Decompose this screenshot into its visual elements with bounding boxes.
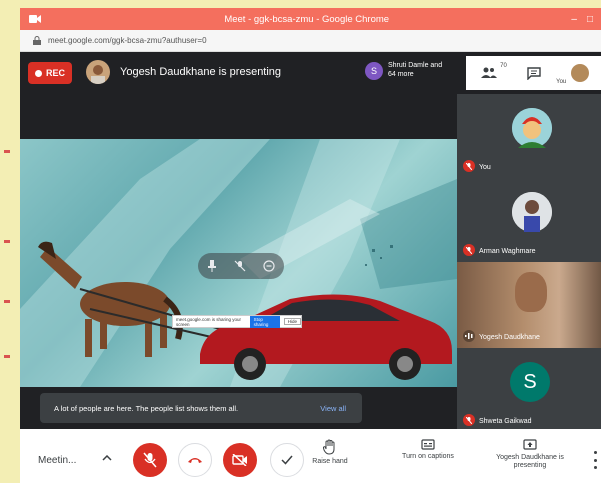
people-icon	[480, 67, 497, 78]
presenting-text: Yogesh Daudkhane is presenting	[120, 66, 282, 78]
maximize-button[interactable]: □	[587, 14, 593, 25]
hang-up-icon	[188, 458, 202, 463]
presentation-stage	[20, 94, 457, 387]
raise-hand-label: Raise hand	[312, 458, 348, 465]
mute-overlay-icon[interactable]	[234, 260, 246, 272]
record-dot-icon	[34, 69, 42, 77]
chevron-up-icon[interactable]	[100, 451, 114, 465]
captions-label: Turn on captions	[402, 453, 454, 460]
people-button[interactable]: 70	[477, 61, 507, 85]
hand-icon	[323, 439, 335, 455]
cartoon-avatar-image	[512, 108, 552, 148]
chat-button[interactable]	[522, 61, 546, 85]
participant-tile-yogesh[interactable]: Yogesh Daudkhane	[457, 262, 601, 348]
camera-off-icon	[232, 454, 247, 466]
photo-avatar-image	[512, 192, 552, 232]
rec-label: REC	[45, 68, 65, 78]
joined-avatar: S	[365, 62, 383, 80]
self-thumbnail	[571, 64, 590, 82]
screen-share-notice: meet.google.com is sharing your screen S…	[172, 315, 302, 328]
participant-name: Arman Waghmare	[479, 248, 536, 255]
joined-text: Shruti Damle and 64 more	[388, 62, 443, 78]
screen-overlay-controls	[198, 253, 284, 279]
desktop-marker	[4, 300, 10, 303]
checkmark-icon	[281, 455, 293, 465]
participant-tile-you[interactable]: You	[457, 94, 601, 178]
more-options-icon[interactable]	[591, 451, 599, 469]
self-view[interactable]: You	[556, 61, 592, 85]
mic-off-icon	[463, 414, 475, 426]
raise-hand-button[interactable]: Raise hand	[305, 439, 355, 466]
camera-toggle-button[interactable]	[223, 443, 257, 477]
desktop-marker	[4, 240, 10, 243]
captions-icon	[421, 439, 435, 450]
participant-name: You	[479, 164, 491, 171]
mic-off-icon	[463, 244, 475, 256]
address-bar[interactable]: meet.google.com/ggk-bcsa-zmu?authuser=0	[20, 30, 601, 52]
hide-notice-button[interactable]: Hide	[283, 318, 301, 325]
meet-topbar: REC Yogesh Daudkhane is presenting S Shr…	[20, 52, 601, 94]
people-toast: A lot of people are here. The people lis…	[40, 393, 362, 423]
window-title: Meet - ggk-bcsa-zmu - Google Chrome	[224, 13, 390, 25]
chat-icon	[527, 66, 542, 80]
presenting-label: Yogesh Daudkhane is presenting	[496, 454, 564, 469]
participant-avatar	[512, 108, 552, 148]
leave-call-button[interactable]	[178, 443, 212, 477]
desktop-marker	[4, 355, 10, 358]
initial-avatar: S	[510, 362, 550, 402]
window-titlebar: Meet - ggk-bcsa-zmu - Google Chrome – □	[20, 8, 601, 30]
hand-confirm-button[interactable]	[270, 443, 304, 477]
participant-tile-arman[interactable]: Arman Waghmare	[457, 178, 601, 262]
participant-video-face	[515, 272, 547, 312]
participant-tile-shweta[interactable]: S Shweta Gaikwad	[457, 348, 601, 432]
meet-app-icon	[28, 12, 42, 26]
toast-message: A lot of people are here. The people lis…	[54, 403, 239, 413]
participants-count: 70	[500, 63, 507, 69]
you-label: You	[556, 79, 567, 85]
participant-name: Yogesh Daudkhane	[479, 334, 540, 341]
participant-name: Shweta Gaikwad	[479, 418, 532, 425]
top-actions: 70 You	[466, 56, 601, 90]
pin-icon[interactable]	[207, 260, 217, 272]
meet-bottom-bar: Meetin... Raise hand Turn on captions Yo…	[20, 429, 601, 483]
chrome-window: Meet - ggk-bcsa-zmu - Google Chrome – □ …	[20, 8, 601, 483]
lock-icon	[32, 36, 42, 46]
mic-off-icon	[463, 160, 475, 172]
share-notice-text: meet.google.com is sharing your screen	[176, 316, 242, 327]
desktop-marker	[4, 150, 10, 153]
participant-avatar	[512, 192, 552, 232]
minimize-button[interactable]: –	[571, 14, 577, 25]
url-text: meet.google.com/ggk-bcsa-zmu?authuser=0	[48, 36, 207, 45]
speaking-icon	[463, 330, 475, 342]
presenter-avatar	[86, 60, 110, 84]
presenting-button[interactable]: Yogesh Daudkhane is presenting	[488, 439, 572, 470]
desktop-edge	[0, 0, 20, 483]
mic-off-icon	[143, 452, 157, 468]
recording-badge: REC	[28, 62, 72, 84]
mic-toggle-button[interactable]	[133, 443, 167, 477]
shared-screen	[20, 139, 457, 387]
captions-button[interactable]: Turn on captions	[390, 439, 466, 461]
meeting-details-button[interactable]: Meetin...	[38, 455, 76, 466]
remove-overlay-icon[interactable]	[263, 260, 275, 272]
stop-sharing-button[interactable]: Stop sharing	[249, 315, 280, 328]
present-screen-icon	[523, 439, 537, 450]
view-all-link[interactable]: View all	[320, 404, 346, 413]
